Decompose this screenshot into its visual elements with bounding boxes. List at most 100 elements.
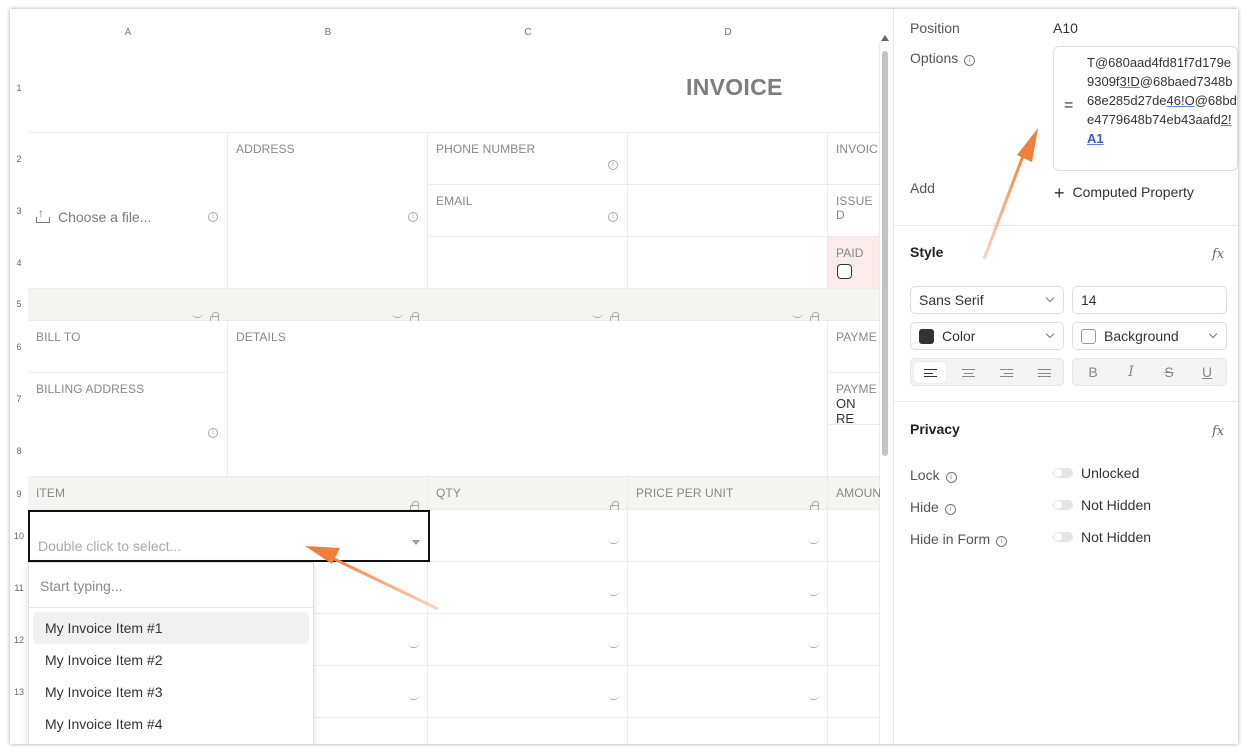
qty-header-cell[interactable]: QTY <box>428 477 628 510</box>
add-label: Add <box>910 180 935 196</box>
hide-toggle[interactable] <box>1053 500 1073 510</box>
dropdown-option[interactable]: My Invoice Item #3 <box>33 676 309 708</box>
amount-cell[interactable] <box>828 562 880 614</box>
row-header-5[interactable]: 5 <box>10 299 28 309</box>
cell-c4[interactable] <box>428 237 628 289</box>
font-size-input[interactable]: 14 <box>1072 286 1227 314</box>
spacer-row[interactable] <box>28 289 880 321</box>
fx-icon[interactable]: fx <box>1212 247 1224 262</box>
column-header-a[interactable]: A <box>28 27 228 43</box>
row-header-1[interactable]: 1 <box>10 83 28 93</box>
row-header-6[interactable]: 6 <box>10 342 28 352</box>
hide-in-form-toggle[interactable] <box>1053 532 1073 542</box>
qty-cell[interactable] <box>428 718 628 744</box>
price-cell[interactable] <box>628 718 828 744</box>
row-header-7[interactable]: 7 <box>10 394 28 404</box>
align-center-button[interactable] <box>952 362 984 383</box>
info-icon[interactable]: i <box>964 55 976 66</box>
payment-cell-2[interactable]: PAYME ON RE <box>828 373 880 426</box>
bold-button[interactable]: B <box>1077 362 1109 383</box>
row-header-3[interactable]: 3 <box>10 206 28 216</box>
payment-cell-1[interactable]: PAYME <box>828 321 880 373</box>
text-color-select[interactable]: Color <box>910 322 1064 350</box>
cell-d4[interactable] <box>628 237 828 289</box>
invoice-number-cell[interactable]: INVOIC <box>828 133 880 185</box>
price-header-cell[interactable]: PRICE PER UNIT <box>628 477 828 510</box>
properties-panel: Position A10 Options i = T@680aad4fd81f7d… <box>893 9 1238 744</box>
cell-d2[interactable] <box>628 133 828 185</box>
scroll-up-arrow-icon[interactable] <box>881 35 889 41</box>
paid-checkbox[interactable] <box>837 264 852 279</box>
column-header-b[interactable]: B <box>228 27 428 43</box>
amount-cell[interactable] <box>828 666 880 718</box>
dropdown-caret-icon[interactable] <box>412 540 420 545</box>
row-header-12[interactable]: 12 <box>10 635 28 645</box>
align-left-button[interactable] <box>914 362 946 383</box>
row-header-11[interactable]: 11 <box>10 583 28 593</box>
background-color-select[interactable]: Background <box>1072 322 1227 350</box>
row-header-10[interactable]: 10 <box>10 531 28 541</box>
align-right-button[interactable] <box>990 362 1022 383</box>
chevron-down-icon <box>1208 329 1218 339</box>
lock-toggle[interactable] <box>1053 468 1073 478</box>
details-cell[interactable]: DETAILS <box>228 321 828 477</box>
background-label: Background <box>1104 328 1179 344</box>
row-header-4[interactable]: 4 <box>10 258 28 268</box>
spreadsheet: A B C D 1 2 3 4 5 6 7 8 9 10 11 12 13 IN… <box>10 9 880 744</box>
qty-cell[interactable] <box>428 562 628 614</box>
selected-cell-a10[interactable]: Double click to select... <box>28 510 430 562</box>
italic-icon: I <box>1128 364 1134 380</box>
price-cell[interactable] <box>628 614 828 666</box>
price-cell[interactable] <box>628 666 828 718</box>
column-header-c[interactable]: C <box>428 27 628 43</box>
billing-address-cell[interactable]: BILLING ADDRESS <box>28 373 228 477</box>
row-header-8[interactable]: 8 <box>10 446 28 456</box>
row-header-9[interactable]: 9 <box>10 489 28 499</box>
font-family-select[interactable]: Sans Serif <box>910 286 1064 314</box>
qty-cell[interactable] <box>428 510 628 562</box>
dropdown-search-input[interactable]: Start typing... <box>29 563 313 608</box>
choose-file-label: Choose a file... <box>58 209 152 225</box>
price-label: PRICE PER UNIT <box>636 486 734 500</box>
issue-date-cell[interactable]: ISSUE D <box>828 185 880 237</box>
italic-button[interactable]: I <box>1115 362 1147 383</box>
amount-cell[interactable] <box>828 718 880 744</box>
price-cell[interactable] <box>628 562 828 614</box>
row-header-2[interactable]: 2 <box>10 154 28 164</box>
dropdown-option[interactable]: My Invoice Item #2 <box>33 644 309 676</box>
align-justify-button[interactable] <box>1028 362 1060 383</box>
item-header-cell[interactable]: ITEM <box>28 477 428 510</box>
info-icon[interactable]: i <box>945 472 957 483</box>
dropdown-option[interactable]: My Invoice Item #1 <box>33 612 309 644</box>
amount-cell[interactable] <box>828 510 880 562</box>
amount-header-cell[interactable]: AMOUN <box>828 477 880 510</box>
phone-cell[interactable]: PHONE NUMBER <box>428 133 628 185</box>
chevron-down-icon <box>1045 293 1055 303</box>
privacy-section-title: Privacy <box>910 421 960 437</box>
fx-icon[interactable]: fx <box>1212 424 1224 439</box>
row-header-13[interactable]: 13 <box>10 687 28 697</box>
choose-file-button[interactable]: Choose a file... <box>36 206 152 225</box>
cell-e8[interactable] <box>828 425 880 477</box>
email-cell[interactable]: EMAIL <box>428 185 628 237</box>
options-label-text: Options <box>910 50 959 66</box>
info-icon[interactable]: i <box>996 536 1008 547</box>
column-header-d[interactable]: D <box>628 27 828 43</box>
info-icon[interactable]: i <box>944 504 956 515</box>
qty-cell[interactable] <box>428 614 628 666</box>
dropdown-option[interactable]: My Invoice Item #4 <box>33 708 309 740</box>
scrollbar-thumb[interactable] <box>882 51 888 456</box>
invoice-label: INVOIC <box>836 142 878 156</box>
amount-cell[interactable] <box>828 614 880 666</box>
underline-button[interactable]: U <box>1191 362 1223 383</box>
price-cell[interactable] <box>628 510 828 562</box>
add-computed-property-button[interactable]: + Computed Property <box>1054 183 1194 204</box>
strikethrough-button[interactable]: S <box>1153 362 1185 383</box>
paid-cell[interactable]: PAID <box>828 237 880 289</box>
cell-d3[interactable] <box>628 185 828 237</box>
qty-cell[interactable] <box>428 666 628 718</box>
options-formula-field[interactable]: = T@680aad4fd81f7d179e9309f3!D@68baed734… <box>1053 46 1238 171</box>
color-label: Color <box>942 328 976 344</box>
address-cell[interactable]: ADDRESS <box>228 133 428 289</box>
bill-to-cell[interactable]: BILL TO <box>28 321 228 373</box>
